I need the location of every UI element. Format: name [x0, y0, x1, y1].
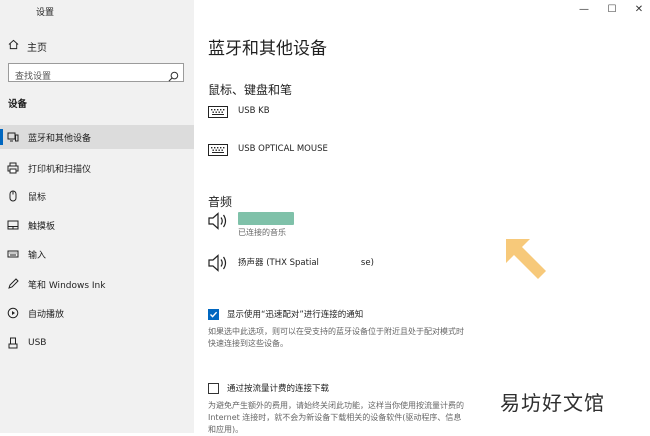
window-title: 设置 — [36, 8, 55, 18]
swift-pair-checkbox[interactable] — [208, 308, 219, 320]
keyboard-icon — [208, 104, 228, 123]
sidebar-item-label: 打印机和扫描仪 — [28, 164, 92, 175]
main-panel: — ☐ ✕ 蓝牙和其他设备 鼠标、键盘和笔 USB KB USB OPTICAL… — [194, 0, 650, 436]
sidebar: 设置 主页 设备 蓝牙和其他设备 打印机和扫描仪 鼠标 触摸板 — [0, 0, 194, 433]
device-name: USB KB — [238, 106, 270, 116]
sidebar-item-label: 蓝牙和其他设备 — [28, 133, 92, 144]
device-speakers[interactable]: 扬声器 (THX Spatial se) — [208, 254, 374, 276]
keyboard-icon — [7, 248, 19, 260]
home-icon — [8, 39, 19, 53]
sidebar-item-label: 输入 — [28, 250, 47, 261]
speaker-icon — [208, 212, 228, 234]
swift-pair-option[interactable]: 显示使用“迅速配对”进行连接的通知 — [208, 308, 363, 320]
sidebar-item-label: 鼠标 — [28, 192, 47, 203]
metered-desc-line: Internet 连接时，就不会为新设备下载相关的设备软件(驱动程序、信息 — [208, 413, 462, 422]
swift-pair-desc-line: 快速连接到这些设备。 — [208, 339, 288, 348]
metered-download-description: 为避免产生额外的费用，请始终关闭此功能，这样当你使用按流量计费的 Interne… — [208, 400, 493, 436]
speaker-icon — [208, 254, 228, 276]
metered-desc-line: 为避免产生额外的费用，请始终关闭此功能，这样当你使用按流量计费的 — [208, 401, 464, 410]
pointer-arrow-icon — [506, 239, 546, 279]
home-nav-item[interactable]: 主页 — [8, 38, 47, 54]
home-label: 主页 — [27, 42, 47, 54]
device-status: 已连接的音乐 — [238, 228, 286, 237]
keyboard-icon — [208, 142, 228, 161]
device-name: 扬声器 (THX Spatial se) — [238, 256, 374, 268]
touchpad-icon — [7, 219, 19, 231]
sidebar-item-pen[interactable]: 笔和 Windows Ink — [0, 272, 194, 296]
close-button[interactable]: ✕ — [632, 4, 646, 15]
device-name: USB OPTICAL MOUSE — [238, 144, 328, 154]
swift-pair-label: 显示使用“迅速配对”进行连接的通知 — [227, 310, 364, 320]
device-name-tail: se) — [360, 258, 374, 268]
sidebar-item-bluetooth[interactable]: 蓝牙和其他设备 — [0, 125, 194, 149]
device-usb-optical-mouse[interactable]: USB OPTICAL MOUSE — [208, 142, 328, 161]
device-name-visible: 扬声器 (THX Spatial — [238, 258, 319, 268]
metered-download-checkbox[interactable] — [208, 382, 219, 394]
metered-download-option[interactable]: 通过按流量计费的连接下载 — [208, 382, 329, 394]
sidebar-item-printers[interactable]: 打印机和扫描仪 — [0, 156, 194, 180]
sidebar-section-label: 设备 — [8, 99, 28, 110]
sidebar-item-touchpad[interactable]: 触摸板 — [0, 213, 194, 237]
metered-download-label: 通过按流量计费的连接下载 — [227, 384, 330, 394]
swift-pair-desc-line: 如果选中此选项，则可以在受支持的蓝牙设备位于附近且处于配对模式时 — [208, 327, 464, 336]
device-usb-kb[interactable]: USB KB — [208, 104, 270, 123]
sidebar-item-typing[interactable]: 输入 — [0, 242, 194, 266]
sidebar-item-label: 笔和 Windows Ink — [28, 280, 106, 291]
sidebar-item-label: 触摸板 — [28, 221, 56, 232]
sidebar-item-usb[interactable]: USB — [0, 331, 194, 355]
watermark-logo: 易坊好文馆 — [500, 391, 605, 415]
printer-icon — [7, 162, 19, 174]
search-input[interactable] — [9, 68, 165, 86]
audio-heading: 音频 — [208, 195, 233, 209]
sidebar-item-autoplay[interactable]: 自动播放 — [0, 301, 194, 325]
sidebar-item-label: 自动播放 — [28, 309, 65, 320]
maximize-button[interactable]: ☐ — [605, 4, 619, 15]
usb-icon — [7, 337, 19, 349]
metered-desc-line: 和应用)。 — [208, 425, 244, 434]
page-title: 蓝牙和其他设备 — [208, 39, 327, 59]
sidebar-item-mouse[interactable]: 鼠标 — [0, 184, 194, 208]
bluetooth-devices-icon — [7, 131, 19, 143]
pen-icon — [7, 278, 19, 290]
search-box[interactable] — [8, 63, 184, 86]
input-devices-heading: 鼠标、键盘和笔 — [208, 83, 293, 97]
minimize-button[interactable]: — — [577, 4, 591, 15]
search-icon[interactable] — [168, 67, 179, 86]
autoplay-icon — [7, 307, 19, 319]
device-connected-music[interactable]: 已连接的音乐 — [208, 212, 294, 238]
swift-pair-description: 如果选中此选项，则可以在受支持的蓝牙设备位于附近且处于配对模式时 快速连接到这些… — [208, 326, 493, 350]
redacted-device-name — [238, 212, 294, 225]
sidebar-item-label: USB — [28, 338, 47, 348]
mouse-icon — [7, 190, 19, 202]
